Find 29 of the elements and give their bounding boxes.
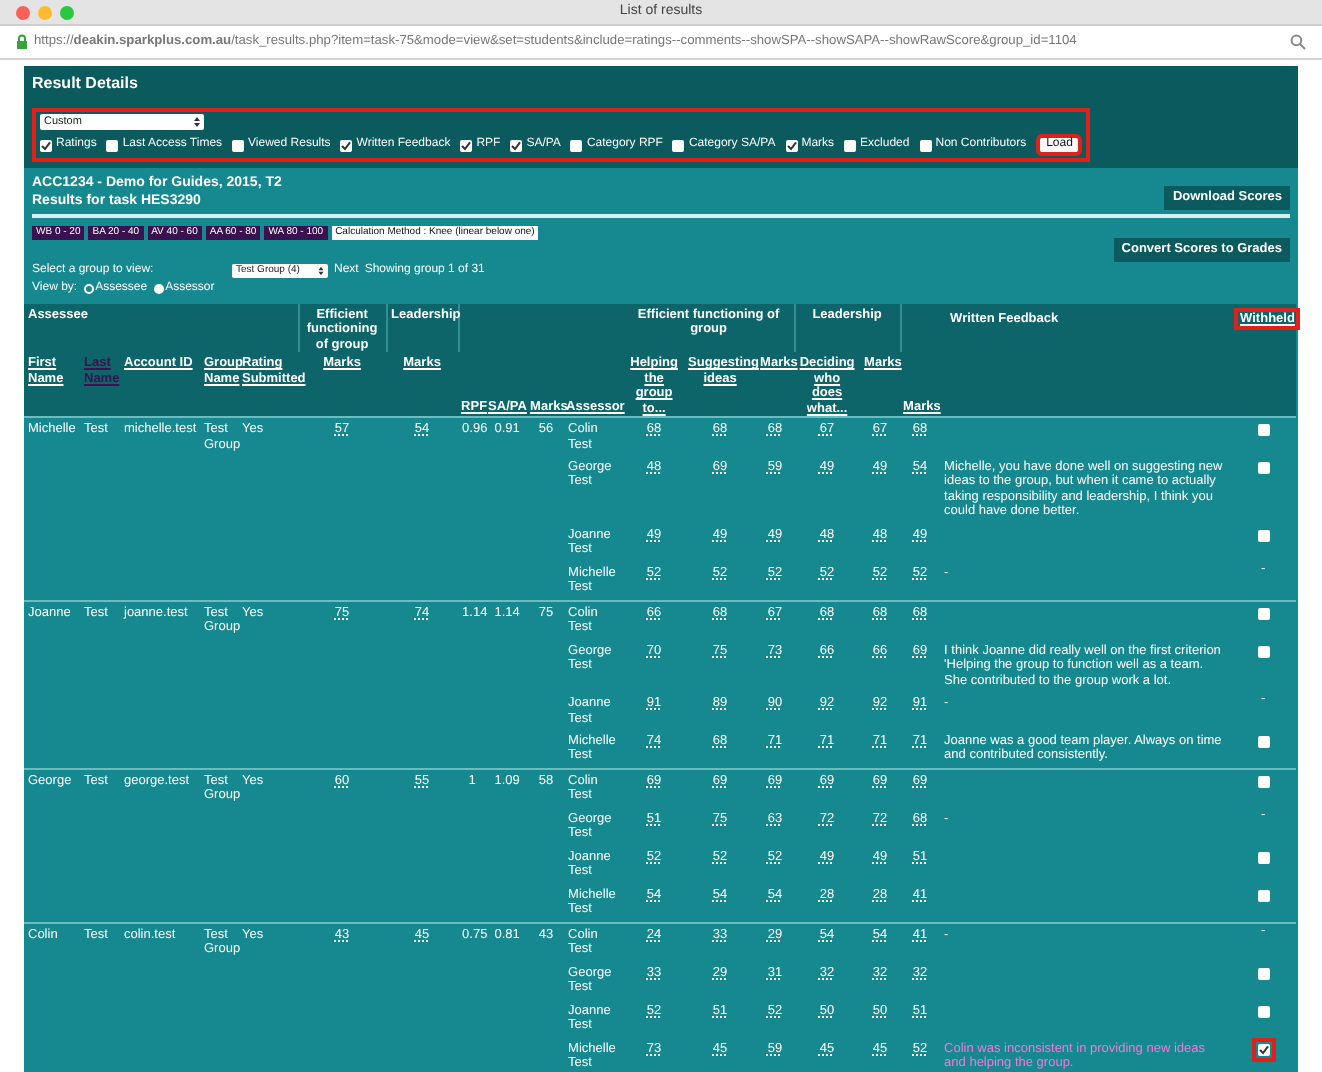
checkbox[interactable]	[844, 139, 857, 151]
checkbox[interactable]	[40, 139, 52, 151]
checkbox[interactable]	[460, 139, 473, 151]
checkbox[interactable]	[510, 139, 523, 151]
checkbox[interactable]	[570, 139, 583, 151]
checkbox[interactable]	[1257, 967, 1270, 980]
checkbox[interactable]	[785, 139, 798, 151]
updown-icon	[318, 265, 324, 276]
updown-icon	[194, 116, 200, 128]
checkbox[interactable]	[919, 139, 932, 151]
checkbox[interactable]	[340, 139, 353, 151]
checkbox[interactable]	[106, 139, 119, 151]
checkbox[interactable]	[1257, 1005, 1270, 1018]
checkbox[interactable]	[1257, 889, 1270, 902]
checkbox[interactable]	[1257, 851, 1270, 864]
checkbox[interactable]	[1257, 736, 1270, 748]
checkbox[interactable]	[1257, 461, 1270, 474]
checkbox[interactable]	[1257, 775, 1270, 788]
close-button[interactable]	[16, 6, 30, 20]
checkbox[interactable]	[1257, 529, 1270, 542]
checkbox[interactable]	[1257, 607, 1270, 620]
checkbox[interactable]	[1257, 645, 1270, 658]
lock-icon	[16, 34, 28, 50]
search-icon[interactable]	[1290, 34, 1306, 50]
checkbox[interactable]	[672, 139, 685, 151]
page-title: Result Details	[32, 72, 140, 96]
checkbox[interactable]	[1257, 424, 1270, 437]
checkbox[interactable]	[232, 139, 245, 151]
checkbox[interactable]	[1257, 1043, 1270, 1055]
